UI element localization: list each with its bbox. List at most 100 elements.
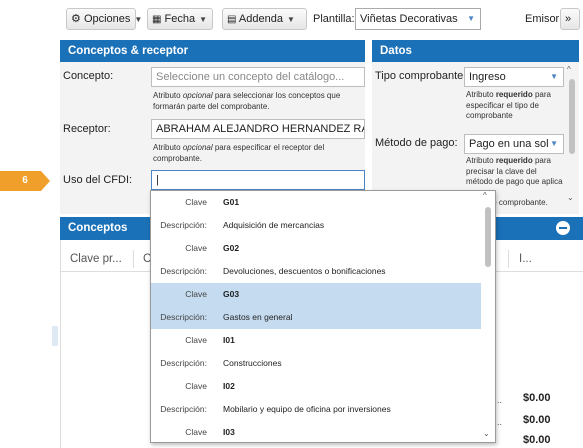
receptor-help: Atributo opcional para especificar el re… bbox=[153, 143, 363, 164]
addenda-label: Addenda bbox=[238, 13, 283, 25]
plantilla-select[interactable]: Viñetas Decorativas ▼ bbox=[355, 8, 481, 30]
plantilla-label: Plantilla: bbox=[313, 13, 355, 25]
clave-label: Clave bbox=[185, 427, 207, 437]
descripcion-label: Descripción: bbox=[160, 266, 207, 276]
clave-label: Clave bbox=[185, 335, 207, 345]
total-value: $0.00 bbox=[523, 392, 551, 404]
gear-icon: ⚙ bbox=[71, 13, 81, 25]
option-g01-code[interactable]: Clave G01 bbox=[151, 191, 481, 214]
opciones-button[interactable]: ⚙ Opciones ▼ bbox=[66, 8, 142, 30]
option-code: I03 bbox=[223, 427, 235, 437]
metodo-pago-value: Pago en una sol bbox=[469, 138, 549, 150]
option-i02-desc[interactable]: Descripción: Mobilario y equipo de ofici… bbox=[151, 398, 481, 421]
scroll-down-icon[interactable]: ⌄ bbox=[567, 193, 574, 202]
chevron-down-icon: ▼ bbox=[134, 15, 143, 24]
option-code: G01 bbox=[223, 197, 240, 207]
datos-scrollbar[interactable]: ^ ⌄ bbox=[567, 65, 577, 211]
document-icon: ▤ bbox=[227, 14, 237, 25]
option-code: G02 bbox=[223, 243, 240, 253]
chevron-down-icon: ▼ bbox=[199, 15, 208, 24]
help-text: Atributo bbox=[466, 90, 494, 99]
calendar-icon: ▦ bbox=[152, 14, 162, 25]
chevron-down-icon: ▼ bbox=[286, 15, 295, 24]
chevron-down-icon: ▼ bbox=[550, 139, 558, 148]
option-description: Gastos en general bbox=[223, 312, 293, 322]
option-i03-code[interactable]: Clave I03 bbox=[151, 421, 481, 442]
help-text: Atributo bbox=[153, 143, 181, 152]
help-text: Atributo bbox=[153, 91, 181, 100]
option-g02-desc[interactable]: Descripción: Devoluciones, descuentos o … bbox=[151, 260, 481, 283]
option-code: I01 bbox=[223, 335, 235, 345]
descripcion-label: Descripción: bbox=[160, 220, 207, 230]
addenda-button[interactable]: ▤ Addenda ▼ bbox=[222, 8, 307, 30]
chevron-down-icon: ▼ bbox=[467, 14, 475, 23]
option-description: Devoluciones, descuentos o bonificacione… bbox=[223, 266, 386, 276]
concepto-label: Concepto: bbox=[63, 70, 114, 82]
uso-cfdi-label: Uso del CFDI: bbox=[63, 174, 133, 186]
help-text: requerido bbox=[495, 156, 533, 165]
descripcion-label: Descripción: bbox=[160, 312, 207, 322]
clave-label: Clave bbox=[185, 289, 207, 299]
column-divider bbox=[508, 250, 509, 268]
opciones-label: Opciones bbox=[83, 13, 131, 25]
help-text: opcional bbox=[182, 91, 213, 100]
metodo-pago-select[interactable]: Pago en una sol ▼ bbox=[464, 134, 564, 154]
truncated-label: .. bbox=[497, 395, 503, 405]
collapse-icon[interactable] bbox=[556, 221, 570, 235]
scroll-thumb[interactable] bbox=[485, 207, 491, 267]
receptor-input[interactable]: ABRAHAM ALEJANDRO HERNANDEZ RAMIR bbox=[151, 119, 365, 139]
clave-label: Clave bbox=[185, 381, 207, 391]
conceptos-receptor-header: Conceptos & receptor bbox=[60, 40, 365, 62]
side-handle[interactable] bbox=[52, 326, 58, 346]
option-description: Adquisición de mercancias bbox=[223, 220, 325, 230]
help-text: requerido bbox=[495, 90, 533, 99]
option-g02-code[interactable]: Clave G02 bbox=[151, 237, 481, 260]
truncated-label: .. bbox=[497, 417, 503, 427]
tipo-comprobante-label: Tipo comprobante: bbox=[375, 70, 467, 82]
option-description: Mobilario y equipo de oficina por invers… bbox=[223, 404, 391, 414]
column-divider bbox=[133, 250, 134, 268]
tipo-comprobante-value: Ingreso bbox=[469, 71, 506, 83]
option-g03-desc[interactable]: Descripción: Gastos en general bbox=[151, 306, 481, 329]
receptor-label: Receptor: bbox=[63, 123, 111, 135]
step-badge: 6 bbox=[0, 171, 50, 191]
emisor-button[interactable]: Emisor bbox=[525, 13, 559, 25]
scroll-up-icon[interactable]: ^ bbox=[567, 65, 571, 74]
help-text: Atributo bbox=[466, 156, 494, 165]
option-i02-code[interactable]: Clave I02 bbox=[151, 375, 481, 398]
chevron-down-icon: ▼ bbox=[550, 72, 558, 81]
concepto-input[interactable]: Seleccione un concepto del catálogo... bbox=[151, 67, 365, 87]
help-text: para seleccionar los conceptos que forma… bbox=[153, 91, 341, 111]
tipo-help: Atributo requerido para especificar el t… bbox=[466, 90, 564, 122]
more-button[interactable]: » bbox=[560, 8, 580, 30]
tipo-comprobante-select[interactable]: Ingreso ▼ bbox=[464, 67, 564, 87]
uso-cfdi-dropdown[interactable]: Clave G01 Descripción: Adquisición de me… bbox=[150, 190, 496, 443]
dropdown-scrollbar[interactable]: ^ ⌄ bbox=[483, 191, 493, 440]
option-code: I02 bbox=[223, 381, 235, 391]
option-g03-code[interactable]: Clave G03 bbox=[151, 283, 481, 306]
plantilla-value: Viñetas Decorativas bbox=[360, 13, 458, 25]
option-g01-desc[interactable]: Descripción: Adquisición de mercancias bbox=[151, 214, 481, 237]
concepto-help: Atributo opcional para seleccionar los c… bbox=[153, 91, 363, 112]
total-value: $0.00 bbox=[523, 414, 551, 426]
datos-header: Datos bbox=[372, 40, 579, 62]
toolbar: ⚙ Opciones ▼ ▦ Fecha ▼ ▤ Addenda ▼ Plantill… bbox=[60, 6, 583, 32]
column-header-clave[interactable]: Clave pr... bbox=[70, 246, 122, 272]
fecha-button[interactable]: ▦ Fecha ▼ bbox=[147, 8, 213, 30]
scroll-up-icon[interactable]: ^ bbox=[483, 191, 487, 200]
metodo-help-tail: te comprobante. bbox=[490, 198, 548, 207]
metodo-pago-label: Método de pago: bbox=[375, 137, 458, 149]
option-i01-code[interactable]: Clave I01 bbox=[151, 329, 481, 352]
scroll-down-icon[interactable]: ⌄ bbox=[483, 429, 490, 438]
column-header-i[interactable]: I... bbox=[519, 246, 532, 272]
clave-label: Clave bbox=[185, 197, 207, 207]
uso-cfdi-input[interactable]: | bbox=[151, 170, 365, 190]
option-description: Construcciones bbox=[223, 358, 282, 368]
metodo-help: Atributo requerido para precisar la clav… bbox=[466, 156, 564, 188]
scroll-thumb[interactable] bbox=[569, 79, 575, 154]
option-i01-desc[interactable]: Descripción: Construcciones bbox=[151, 352, 481, 375]
descripcion-label: Descripción: bbox=[160, 404, 207, 414]
option-code: G03 bbox=[223, 289, 240, 299]
total-value: $0.00 bbox=[523, 434, 551, 446]
clave-label: Clave bbox=[185, 243, 207, 253]
